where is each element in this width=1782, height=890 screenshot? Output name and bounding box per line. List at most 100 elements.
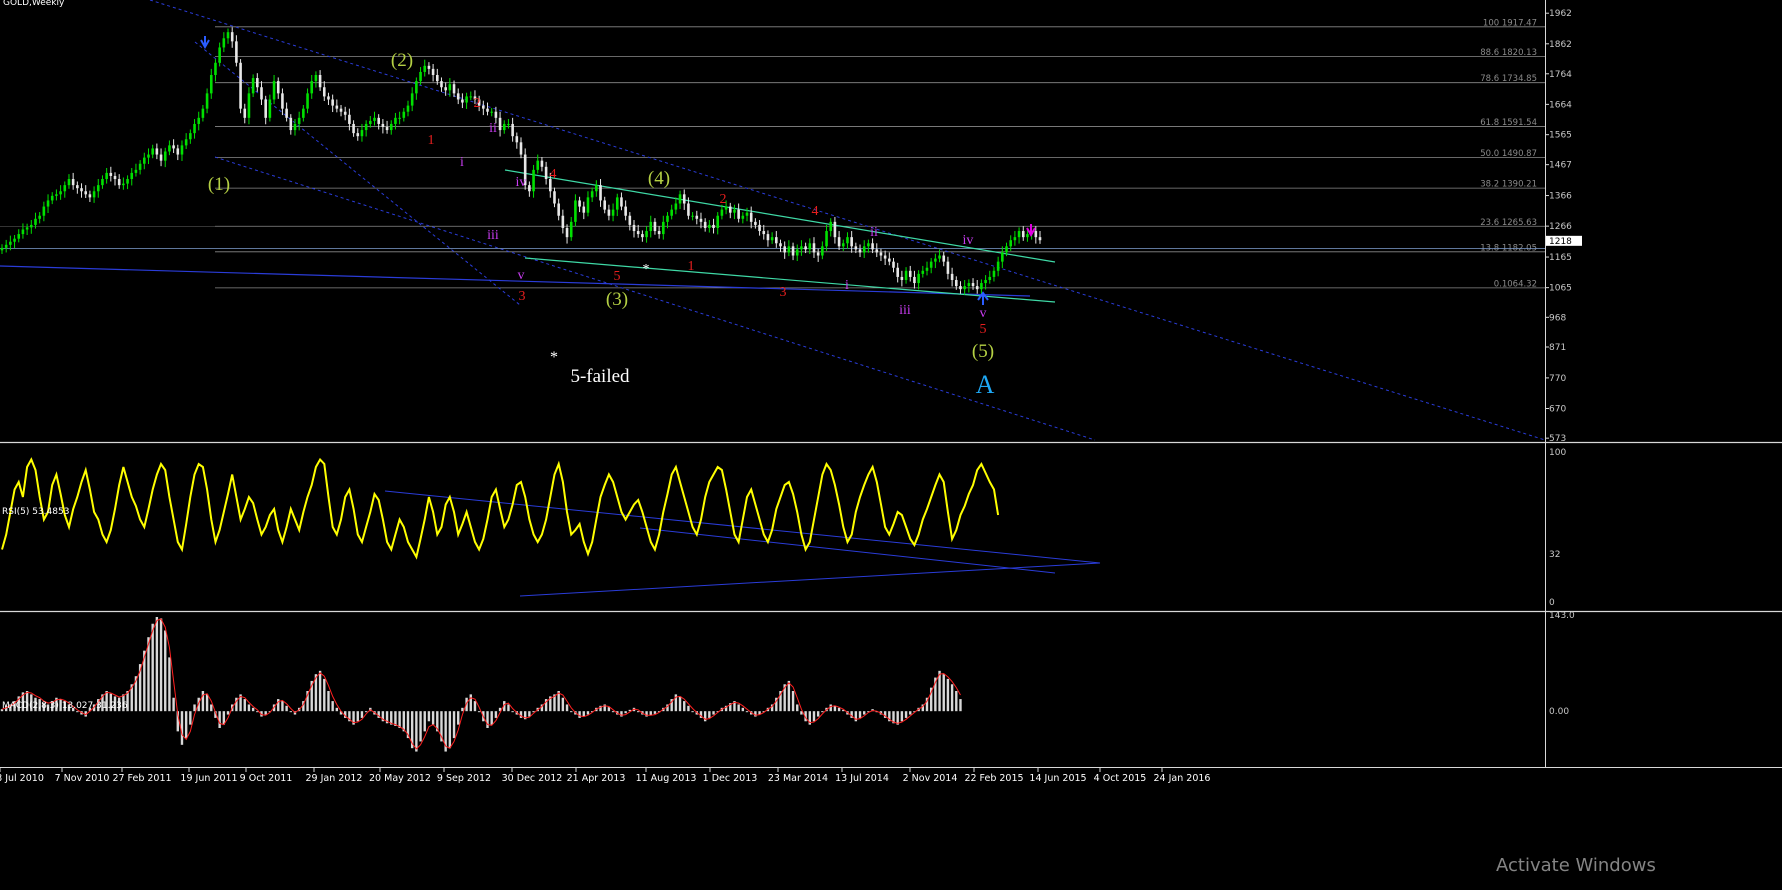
macd-bar: [76, 711, 79, 713]
macd-bar: [938, 670, 941, 712]
candle-body: [561, 215, 565, 228]
candle-body: [959, 286, 962, 290]
candle-body: [682, 194, 686, 204]
candle-body: [256, 78, 259, 88]
macd-bar: [457, 711, 460, 725]
candle-body: [691, 215, 694, 217]
candle-body: [285, 108, 288, 118]
date-tick-label: 29 Jan 2012: [306, 773, 363, 784]
candle-body: [615, 197, 619, 210]
candle-body: [1017, 231, 1021, 238]
candle-body: [1001, 252, 1004, 262]
candle-body: [632, 224, 636, 232]
candle-body: [657, 231, 661, 235]
rsi-tick-label: 32: [1549, 550, 1560, 560]
macd-bar: [364, 711, 368, 713]
candle-body: [515, 136, 519, 143]
macd-bar: [611, 711, 615, 713]
macd-bar: [477, 711, 481, 713]
candle-body: [444, 87, 447, 91]
candle-body: [431, 68, 435, 76]
rsi-trend-mid: [639, 527, 1056, 574]
candle-body: [381, 123, 385, 128]
candle-body: [519, 142, 523, 155]
candle-body: [603, 200, 607, 210]
rsi-axis: 100 32 0: [1549, 448, 1566, 608]
macd-bar: [507, 704, 510, 712]
candle-body: [737, 209, 740, 219]
candle-body: [741, 215, 745, 219]
price-tick-label: 1565: [1549, 131, 1572, 141]
price-tick-label: 573: [1549, 434, 1566, 444]
macd-bar: [159, 618, 163, 712]
candle-body: [13, 238, 16, 242]
candle-body: [582, 206, 586, 213]
activate-windows-watermark: Activate Windows: [1496, 855, 1656, 876]
candle-body: [25, 227, 29, 230]
candle-body: [716, 215, 720, 228]
candle-body: [599, 185, 602, 201]
candle-body: [1013, 237, 1017, 241]
macd-bar: [620, 711, 623, 717]
wave-label: iv: [516, 175, 527, 190]
candle-body: [728, 206, 732, 213]
macd-bar: [754, 711, 757, 717]
candle-body: [322, 87, 326, 97]
macd-bar: [833, 705, 837, 712]
candle-body: [1021, 231, 1025, 238]
candle-body: [502, 123, 506, 131]
candles: [0, 27, 1042, 295]
candle-body: [209, 75, 213, 94]
candle-body: [406, 105, 410, 112]
candle-body: [218, 47, 221, 63]
macd-bar: [687, 705, 690, 712]
candle-body: [925, 267, 929, 271]
macd-bar: [327, 691, 330, 712]
rsi-panel: 100 32 0 RSI(5) 53.4853: [1, 448, 1566, 608]
wave-label: 2: [474, 96, 481, 111]
candle-body: [1009, 240, 1013, 247]
macd-bar: [829, 704, 832, 712]
candle-body: [29, 224, 33, 228]
candle-body: [159, 154, 163, 161]
candle-body: [1038, 237, 1042, 241]
macd-bar: [624, 711, 627, 714]
candle-body: [130, 172, 134, 180]
macd-bar: [323, 678, 326, 712]
candle-body: [837, 237, 841, 247]
macd-bar: [243, 699, 246, 712]
macd-bar: [565, 704, 569, 712]
macd-bar: [837, 707, 841, 712]
date-tick-label: 8 Jul 2010: [0, 773, 44, 784]
macd-bar: [285, 705, 288, 712]
candle-body: [243, 108, 247, 118]
candle-body: [113, 175, 117, 180]
candle-body: [398, 117, 401, 119]
candle-body: [352, 123, 355, 134]
date-tick-label: 2 Nov 2014: [903, 773, 958, 784]
candle-body: [163, 151, 167, 161]
candle-body: [720, 209, 724, 216]
candle-body: [109, 172, 113, 176]
candle-body: [1005, 246, 1008, 253]
macd-bar: [955, 691, 958, 712]
panel-frames: [0, 0, 1782, 768]
candle-body: [624, 206, 627, 216]
candle-body: [507, 123, 510, 125]
wave-label: iii: [487, 228, 499, 243]
macd-bar: [448, 711, 452, 749]
price-tick-label: 670: [1549, 404, 1566, 414]
macd-bar: [519, 711, 523, 718]
fib-label: 38.2 1390.21: [1480, 180, 1537, 190]
fib-label: 61.8 1591.54: [1480, 118, 1537, 128]
candle-body: [189, 133, 192, 140]
macd-bar: [490, 711, 493, 725]
candle-body: [343, 111, 347, 115]
candle-body: [201, 108, 205, 118]
macd-bar: [741, 707, 745, 712]
rsi-line: [1, 457, 1000, 560]
candle-body: [373, 117, 376, 121]
candle-body: [230, 32, 234, 42]
macd-bar: [218, 711, 221, 729]
rsi-trend-upper: [384, 490, 1101, 564]
